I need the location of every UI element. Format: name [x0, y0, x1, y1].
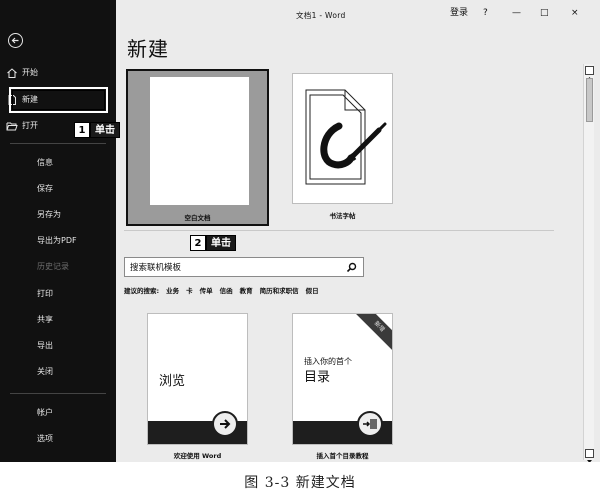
- template-caption: 书法字帖: [329, 212, 356, 220]
- callout-number: 2: [190, 235, 206, 251]
- sidebar-item-label: 打开: [22, 121, 38, 130]
- suggested-search-link[interactable]: 教育: [240, 285, 253, 297]
- search-icon[interactable]: [346, 262, 357, 273]
- scrollbar-thumb[interactable]: [586, 78, 593, 122]
- search-input-text: 搜索联机模板: [130, 263, 182, 273]
- suggested-searches: 建议的搜索: 业务 卡 传单 信函 教育 简历和求职信 假日: [124, 285, 319, 297]
- sidebar-item-home[interactable]: 开始: [0, 62, 116, 84]
- section-divider: [124, 230, 554, 231]
- insert-toc-icon: [357, 411, 383, 437]
- calligraphy-brush-icon: [305, 89, 387, 185]
- template-caption: 插入首个目录教程: [316, 452, 369, 460]
- scroll-up-button[interactable]: [585, 66, 594, 80]
- sidebar-item-label: 帐户: [37, 408, 53, 417]
- sidebar-item-label: 保存: [37, 184, 53, 193]
- template-welcome-word[interactable]: 浏览: [147, 313, 248, 445]
- suggested-search-link[interactable]: 卡: [186, 285, 193, 297]
- home-icon: [7, 68, 17, 78]
- close-button[interactable]: ×: [571, 7, 579, 19]
- suggested-search-link[interactable]: 简历和求职信: [260, 285, 299, 297]
- sidebar-item-print[interactable]: 打印: [0, 283, 116, 305]
- vertical-scrollbar[interactable]: [583, 64, 594, 462]
- arrow-right-icon: [212, 411, 238, 437]
- sidebar-item-label: 历史记录: [37, 262, 69, 271]
- sidebar-divider: [10, 393, 106, 394]
- card-small-text: 插入你的首个: [304, 357, 352, 366]
- suggested-search-link[interactable]: 假日: [306, 285, 319, 297]
- back-arrow-icon: [11, 37, 19, 44]
- selection-highlight-box: [9, 87, 108, 113]
- figure-caption: 图 3-3 新建文档: [244, 475, 356, 491]
- sidebar-item-account[interactable]: 帐户: [0, 402, 116, 424]
- word-backstage-window: 开始 新建 打开 信息 保存 另存为 导出为PDF 历史记录 打印 共享 导出 …: [0, 0, 600, 462]
- restore-button[interactable]: □: [540, 7, 549, 19]
- sidebar-item-label: 共享: [37, 315, 53, 324]
- sidebar-divider: [10, 143, 106, 144]
- suggested-search-link[interactable]: 传单: [200, 285, 213, 297]
- minimize-button[interactable]: —: [512, 7, 521, 19]
- sidebar-item-label: 选项: [37, 434, 53, 443]
- card-big-text: 浏览: [159, 374, 186, 389]
- template-caption: 空白文档: [184, 214, 211, 222]
- callout-number: 1: [74, 122, 90, 138]
- suggested-search-link[interactable]: 信函: [220, 285, 233, 297]
- sidebar-item-label: 另存为: [37, 210, 61, 219]
- sidebar-item-export-pdf[interactable]: 导出为PDF: [0, 230, 116, 252]
- sidebar-item-options[interactable]: 选项: [0, 428, 116, 450]
- title-bar: 文档1 - Word 登录 ? — □ ×: [116, 0, 600, 26]
- sidebar-item-label: 导出: [37, 341, 53, 350]
- scroll-down-button[interactable]: [585, 449, 594, 462]
- template-calligraphy[interactable]: [292, 73, 393, 204]
- sidebar-item-label: 导出为PDF: [37, 236, 77, 245]
- back-button[interactable]: [8, 33, 23, 48]
- sidebar-item-history: 历史记录: [0, 256, 116, 278]
- sidebar-item-label: 关闭: [37, 367, 53, 376]
- sidebar-item-save[interactable]: 保存: [0, 178, 116, 200]
- template-caption: 欢迎使用 Word: [173, 452, 222, 460]
- sidebar-item-label: 信息: [37, 158, 53, 167]
- help-button[interactable]: ?: [483, 7, 488, 19]
- suggested-search-link[interactable]: 业务: [166, 285, 179, 297]
- new-ribbon-badge: 新增: [354, 314, 392, 352]
- card-big-text: 目录: [304, 370, 331, 385]
- sidebar-item-close[interactable]: 关闭: [0, 361, 116, 383]
- caret-down-icon: [587, 460, 592, 462]
- blank-page-preview: [150, 77, 249, 205]
- document-title: 文档1 - Word: [296, 11, 346, 20]
- template-blank-document[interactable]: 空白文档: [126, 69, 269, 226]
- template-insert-toc-tutorial[interactable]: 新增 插入你的首个 目录: [292, 313, 393, 445]
- callout-step-1: 1 单击: [74, 122, 120, 138]
- sidebar-item-export[interactable]: 导出: [0, 335, 116, 357]
- sidebar-item-share[interactable]: 共享: [0, 309, 116, 331]
- open-folder-icon: [6, 122, 18, 131]
- callout-step-2: 2 单击: [190, 235, 236, 251]
- page-title: 新建: [127, 37, 169, 61]
- sidebar-item-label: 开始: [22, 68, 38, 77]
- sidebar-item-info[interactable]: 信息: [0, 152, 116, 174]
- sidebar-item-save-as[interactable]: 另存为: [0, 204, 116, 226]
- suggested-searches-label: 建议的搜索:: [124, 287, 160, 295]
- callout-text: 单击: [90, 122, 120, 138]
- sidebar-item-label: 打印: [37, 289, 53, 298]
- search-online-templates-input[interactable]: 搜索联机模板: [124, 257, 364, 277]
- login-link[interactable]: 登录: [450, 7, 468, 19]
- backstage-sidebar: 开始 新建 打开 信息 保存 另存为 导出为PDF 历史记录 打印 共享 导出 …: [0, 0, 116, 462]
- callout-text: 单击: [206, 235, 236, 251]
